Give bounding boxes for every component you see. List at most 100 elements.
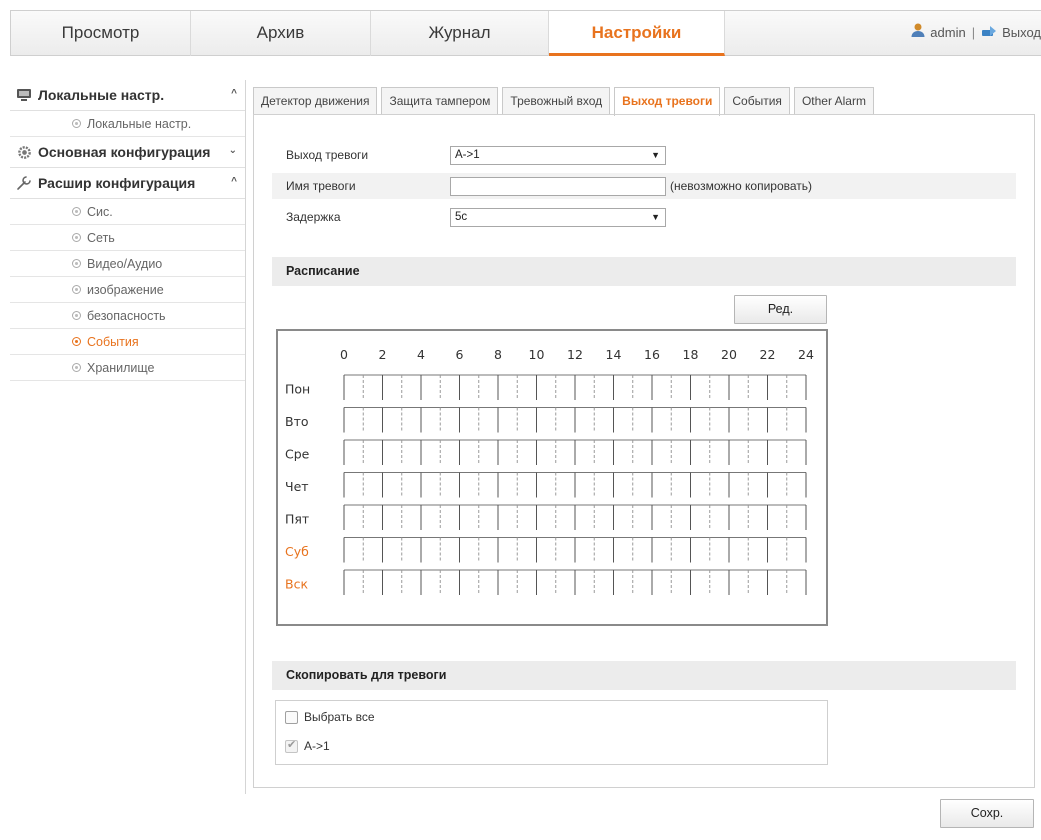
select-all-checkbox[interactable] xyxy=(285,710,298,724)
schedule-hour-label: 10 xyxy=(529,347,545,362)
sidebar-item-image[interactable]: изображение xyxy=(10,277,245,303)
alarm-name-label: Имя тревоги xyxy=(286,179,356,193)
save-button[interactable]: Сохр. xyxy=(940,799,1034,828)
tab-log[interactable]: Журнал xyxy=(371,11,549,56)
schedule-day-row[interactable] xyxy=(343,504,807,530)
tab-preview[interactable]: Просмотр xyxy=(11,11,191,56)
chevron-up-icon[interactable]: ^ xyxy=(231,88,237,99)
schedule-hour-label: 6 xyxy=(456,347,464,362)
schedule-day-row[interactable] xyxy=(343,407,807,433)
sidebar-group-label: Локальные настр. xyxy=(38,87,165,103)
top-navigation: Просмотр Архив Журнал Настройки admin | В… xyxy=(10,10,1041,56)
bullet-icon xyxy=(72,337,81,346)
schedule-day-label: Сре xyxy=(285,447,310,462)
schedule-grid[interactable]: 0 2 4 6 8 10 12 14 16 18 20 22 24 Пон Вто Сре Чет Пят Суб В… xyxy=(276,329,828,626)
tab-tamper-protection[interactable]: Защита тампером xyxy=(381,87,499,115)
sidebar-item-label: Видео/Аудио xyxy=(87,256,163,271)
sidebar-item-label: безопасность xyxy=(87,308,166,323)
sidebar-item-label: изображение xyxy=(87,282,164,297)
alarm-output-label: Выход тревоги xyxy=(286,148,369,162)
gear-icon xyxy=(16,144,32,160)
tab-events[interactable]: События xyxy=(724,87,790,115)
sidebar-item-security[interactable]: безопасность xyxy=(10,303,245,329)
sidebar-item-system[interactable]: Сис. xyxy=(10,199,245,225)
sidebar-item-label: Сеть xyxy=(87,230,115,245)
schedule-day-label: Пят xyxy=(285,512,309,527)
sidebar-divider xyxy=(245,80,246,794)
user-area: admin | Выход xyxy=(910,11,1041,56)
bullet-icon xyxy=(72,363,81,372)
user-separator: | xyxy=(971,25,976,40)
schedule-day-label: Суб xyxy=(285,544,309,559)
copy-item-checkbox[interactable] xyxy=(285,738,298,753)
schedule-day-label: Вто xyxy=(285,414,309,429)
edit-schedule-button[interactable]: Ред. xyxy=(734,295,827,324)
alarm-name-hint: (невозможно копировать) xyxy=(670,179,813,193)
sidebar-item-video-audio[interactable]: Видео/Аудио xyxy=(10,251,245,277)
tab-other-alarm[interactable]: Other Alarm xyxy=(793,87,874,115)
schedule-day-label: Вск xyxy=(285,577,308,592)
bullet-icon xyxy=(72,207,81,216)
alarm-output-value: A->1 xyxy=(455,148,480,161)
delay-value: 5c xyxy=(455,210,468,223)
delay-select[interactable]: 5c ▼ xyxy=(450,207,666,227)
schedule-day-row[interactable] xyxy=(343,472,807,498)
sidebar-group-label: Расшир конфигурация xyxy=(38,175,196,191)
schedule-day-row[interactable] xyxy=(343,374,807,400)
schedule-hour-label: 12 xyxy=(567,347,583,362)
tab-archive[interactable]: Архив xyxy=(191,11,371,56)
username[interactable]: admin xyxy=(930,25,965,40)
sidebar: Локальные настр. ^ Локальные настр. Осно… xyxy=(10,80,245,381)
copy-section-header: Скопировать для тревоги xyxy=(272,661,1016,690)
monitor-icon xyxy=(16,87,32,103)
alarm-output-select[interactable]: A->1 ▼ xyxy=(450,145,666,165)
schedule-hour-label: 4 xyxy=(417,347,425,362)
sidebar-group-local[interactable]: Локальные настр. ^ xyxy=(10,80,245,111)
bullet-icon xyxy=(72,259,81,268)
sidebar-item-label: Локальные настр. xyxy=(87,116,192,131)
alarm-name-input[interactable] xyxy=(450,176,666,196)
chevron-up-icon[interactable]: ^ xyxy=(231,176,237,187)
sidebar-item-local-settings[interactable]: Локальные настр. xyxy=(10,111,245,137)
schedule-hour-label: 20 xyxy=(721,347,737,362)
sidebar-item-network[interactable]: Сеть xyxy=(10,225,245,251)
schedule-hour-label: 18 xyxy=(683,347,699,362)
sidebar-group-basic[interactable]: Основная конфигурация ⌄ xyxy=(10,137,245,168)
select-all-label: Выбрать все xyxy=(304,710,375,724)
bullet-icon xyxy=(72,233,81,242)
sidebar-item-label: Сис. xyxy=(87,204,113,219)
schedule-day-label: Пон xyxy=(285,382,310,397)
alarm-name-row: Имя тревоги (невозможно копировать) xyxy=(272,173,1016,199)
schedule-hour-label: 2 xyxy=(379,347,387,362)
logout-icon[interactable] xyxy=(981,12,998,56)
bullet-icon xyxy=(72,285,81,294)
chevron-down-icon[interactable]: ⌄ xyxy=(229,145,237,156)
dropdown-arrow-icon: ▼ xyxy=(651,211,660,222)
delay-row: Задержка 5c ▼ xyxy=(272,204,1016,230)
schedule-day-label: Чет xyxy=(285,479,309,494)
sidebar-item-label: События xyxy=(87,334,139,349)
sidebar-group-advanced[interactable]: Расшир конфигурация ^ xyxy=(10,168,245,199)
bullet-icon xyxy=(72,311,81,320)
sidebar-item-events[interactable]: События xyxy=(10,329,245,355)
logout-link[interactable]: Выход xyxy=(1002,25,1041,40)
copy-to-alarm-box: Выбрать все A->1 xyxy=(275,700,828,765)
dropdown-arrow-icon: ▼ xyxy=(651,149,660,160)
sidebar-item-storage[interactable]: Хранилище xyxy=(10,355,245,381)
schedule-grid-svg[interactable]: 0 2 4 6 8 10 12 14 16 18 20 22 24ПонВтоСреЧетПятСубВ… xyxy=(278,331,826,624)
tab-alarm-input[interactable]: Тревожный вход xyxy=(502,87,611,115)
schedule-day-row[interactable] xyxy=(343,569,807,595)
schedule-day-row[interactable] xyxy=(343,537,807,563)
copy-item-label: A->1 xyxy=(304,739,330,753)
select-all-row[interactable]: Выбрать все xyxy=(285,710,375,724)
wrench-icon xyxy=(16,175,32,191)
schedule-hour-label: 8 xyxy=(494,347,502,362)
tab-motion-detection[interactable]: Детектор движения xyxy=(253,87,378,115)
delay-label: Задержка xyxy=(286,210,341,224)
schedule-day-row[interactable] xyxy=(343,439,807,465)
tab-alarm-output[interactable]: Выход тревоги xyxy=(614,87,721,116)
tab-settings[interactable]: Настройки xyxy=(549,11,725,56)
copy-item-row[interactable]: A->1 xyxy=(285,738,330,753)
bullet-icon xyxy=(72,119,81,128)
sidebar-group-label: Основная конфигурация xyxy=(38,144,211,160)
